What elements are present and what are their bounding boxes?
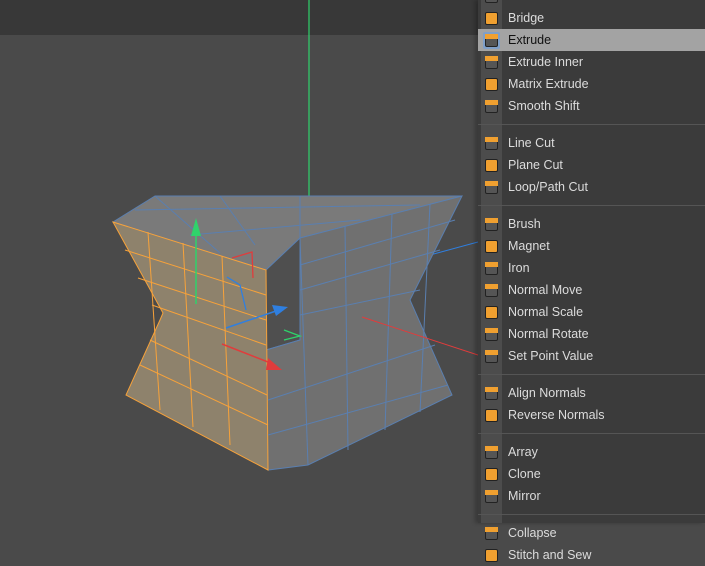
- smooth-shift-icon: [483, 98, 500, 115]
- plane-cut-icon: [483, 157, 500, 174]
- menu-item-label: Normal Rotate: [508, 327, 589, 341]
- menu-item-label: Bevel: [508, 0, 539, 3]
- bridge-icon: [483, 10, 500, 27]
- menu-separator: [478, 374, 705, 375]
- menu-item-normal-rotate[interactable]: Normal Rotate: [478, 323, 705, 345]
- knife-icon: [483, 135, 500, 152]
- menu-item-label: Normal Move: [508, 283, 583, 297]
- menu-item-label: Magnet: [508, 239, 550, 253]
- menu-separator: [478, 205, 705, 206]
- menu-item-plane-cut[interactable]: Plane Cut: [478, 154, 705, 176]
- menu-separator: [478, 433, 705, 434]
- 3d-viewport[interactable]: [0, 0, 478, 523]
- menu-item-label: Plane Cut: [508, 158, 563, 172]
- menu-separator: [478, 124, 705, 125]
- menu-item-line-cut[interactable]: Line Cut: [478, 132, 705, 154]
- magnet-icon: [483, 238, 500, 255]
- reverse-normals-icon: [483, 407, 500, 424]
- menu-item-label: Normal Scale: [508, 305, 584, 319]
- mirror-icon: [483, 488, 500, 505]
- menu-item-label: Extrude: [508, 33, 552, 47]
- menu-item-label: Bridge: [508, 11, 545, 25]
- array-icon: [483, 444, 500, 461]
- menu-item-label: Line Cut: [508, 136, 555, 150]
- menu-item-iron[interactable]: Iron: [478, 257, 705, 279]
- menu-item-label: Collapse: [508, 526, 557, 540]
- menu-separator: [478, 514, 705, 515]
- collapse-icon: [483, 525, 500, 542]
- menu-item-label: Align Normals: [508, 386, 586, 400]
- clone-icon: [483, 466, 500, 483]
- menu-item-array[interactable]: Array: [478, 441, 705, 463]
- menu-item-label: Stitch and Sew: [508, 548, 592, 562]
- menu-item-clone[interactable]: Clone: [478, 463, 705, 485]
- menu-item-matrix-extrude[interactable]: Matrix Extrude: [478, 73, 705, 95]
- menu-item-magnet[interactable]: Magnet: [478, 235, 705, 257]
- menu-item-bridge[interactable]: Bridge: [478, 7, 705, 29]
- loop-cut-icon: [483, 179, 500, 196]
- align-normals-icon: [483, 385, 500, 402]
- stitch-icon: [483, 547, 500, 564]
- menu-item-label: Loop/Path Cut: [508, 180, 588, 194]
- brush-icon: [483, 216, 500, 233]
- menu-item-extrude[interactable]: Extrude: [478, 29, 705, 51]
- menu-item-collapse[interactable]: Collapse: [478, 522, 705, 544]
- menu-item-label: Matrix Extrude: [508, 77, 589, 91]
- extrude-inner-icon: [483, 54, 500, 71]
- menu-item-label: Extrude Inner: [508, 55, 584, 69]
- normal-scale-icon: [483, 304, 500, 321]
- menu-item-normal-scale[interactable]: Normal Scale: [478, 301, 705, 323]
- menu-item-label: Set Point Value: [508, 349, 594, 363]
- bevel-icon: [483, 0, 500, 5]
- xyz-icon: [483, 348, 500, 365]
- menu-item-brush[interactable]: Brush: [478, 213, 705, 235]
- menu-item-label: Clone: [508, 467, 541, 481]
- menu-item-align-normals[interactable]: Align Normals: [478, 382, 705, 404]
- menu-item-smooth-shift[interactable]: Smooth Shift: [478, 95, 705, 117]
- menu-item-set-point-value[interactable]: Set Point Value: [478, 345, 705, 367]
- menu-item-reverse-normals[interactable]: Reverse Normals: [478, 404, 705, 426]
- iron-icon: [483, 260, 500, 277]
- menu-item-loop-path-cut[interactable]: Loop/Path Cut: [478, 176, 705, 198]
- menu-item-extrude-inner[interactable]: Extrude Inner: [478, 51, 705, 73]
- menu-item-stitch-and-sew[interactable]: Stitch and Sew: [478, 544, 705, 566]
- extrude-icon: [483, 31, 500, 49]
- menu-item-normal-move[interactable]: Normal Move: [478, 279, 705, 301]
- matrix-extrude-icon: [483, 76, 500, 93]
- menu-item-label: Smooth Shift: [508, 99, 580, 113]
- menu-item-label: Mirror: [508, 489, 541, 503]
- menu-item-label: Reverse Normals: [508, 408, 605, 422]
- menu-item-label: Iron: [508, 261, 530, 275]
- normal-move-icon: [483, 282, 500, 299]
- scene[interactable]: [0, 0, 478, 523]
- menu-item-label: Brush: [508, 217, 541, 231]
- menu-item-mirror[interactable]: Mirror: [478, 485, 705, 507]
- context-menu: Bevel Bridge Extrude Extrude Inner Matrix Ex…: [478, 0, 705, 562]
- menu-item-label: Array: [508, 445, 538, 459]
- menu-item-bevel[interactable]: Bevel: [478, 0, 705, 7]
- normal-rotate-icon: [483, 326, 500, 343]
